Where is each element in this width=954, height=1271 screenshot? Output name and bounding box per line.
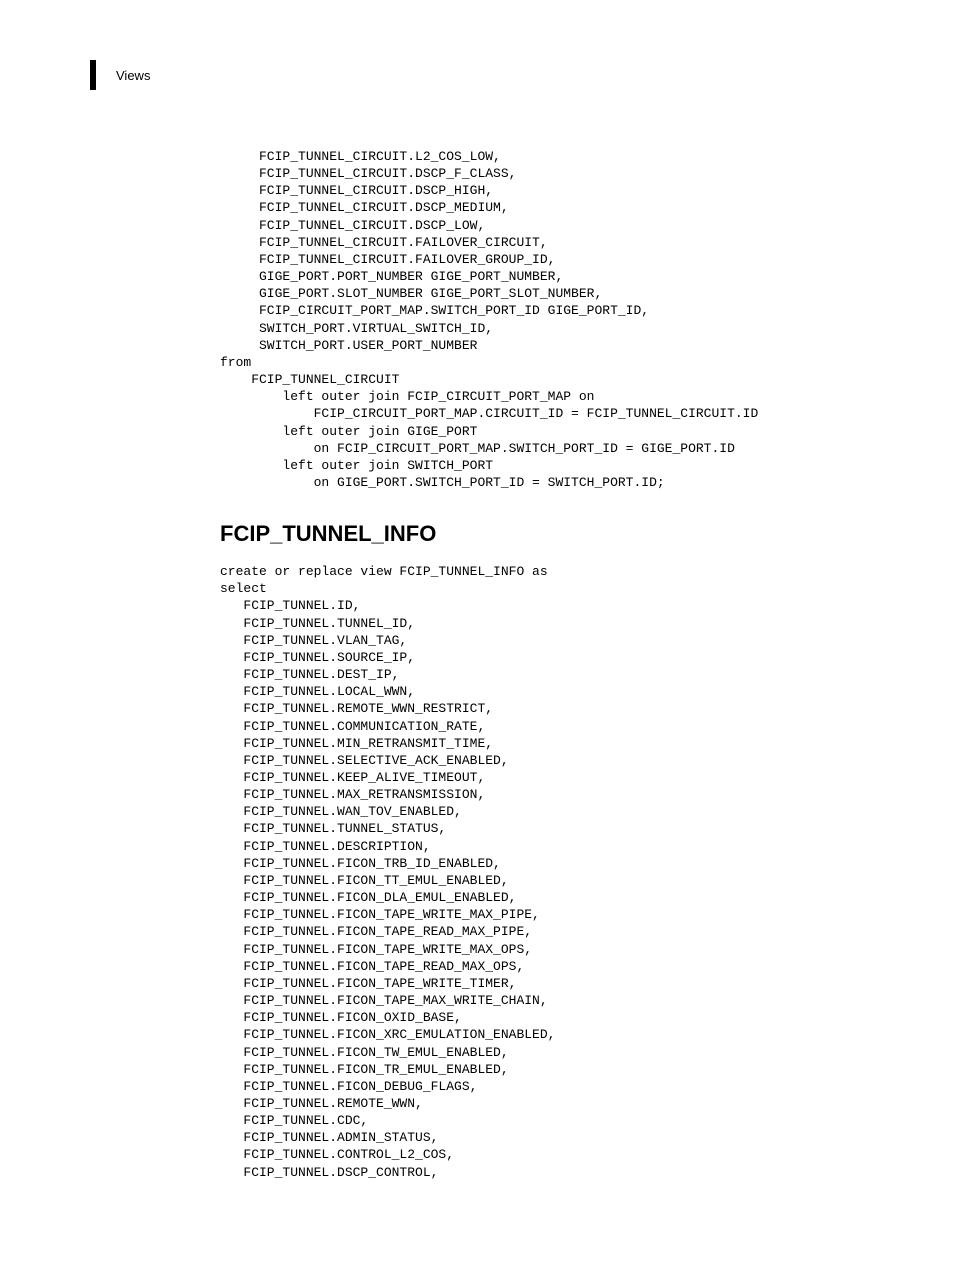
section-heading: FCIP_TUNNEL_INFO	[220, 521, 894, 547]
page-header: Views	[90, 60, 894, 90]
chapter-bar-icon	[90, 60, 96, 90]
page-content: Views FCIP_TUNNEL_CIRCUIT.L2_COS_LOW, FC…	[0, 0, 954, 1271]
sql-code-block-1: FCIP_TUNNEL_CIRCUIT.L2_COS_LOW, FCIP_TUN…	[220, 148, 894, 491]
header-label: Views	[116, 68, 150, 83]
sql-code-block-2: create or replace view FCIP_TUNNEL_INFO …	[220, 563, 894, 1181]
